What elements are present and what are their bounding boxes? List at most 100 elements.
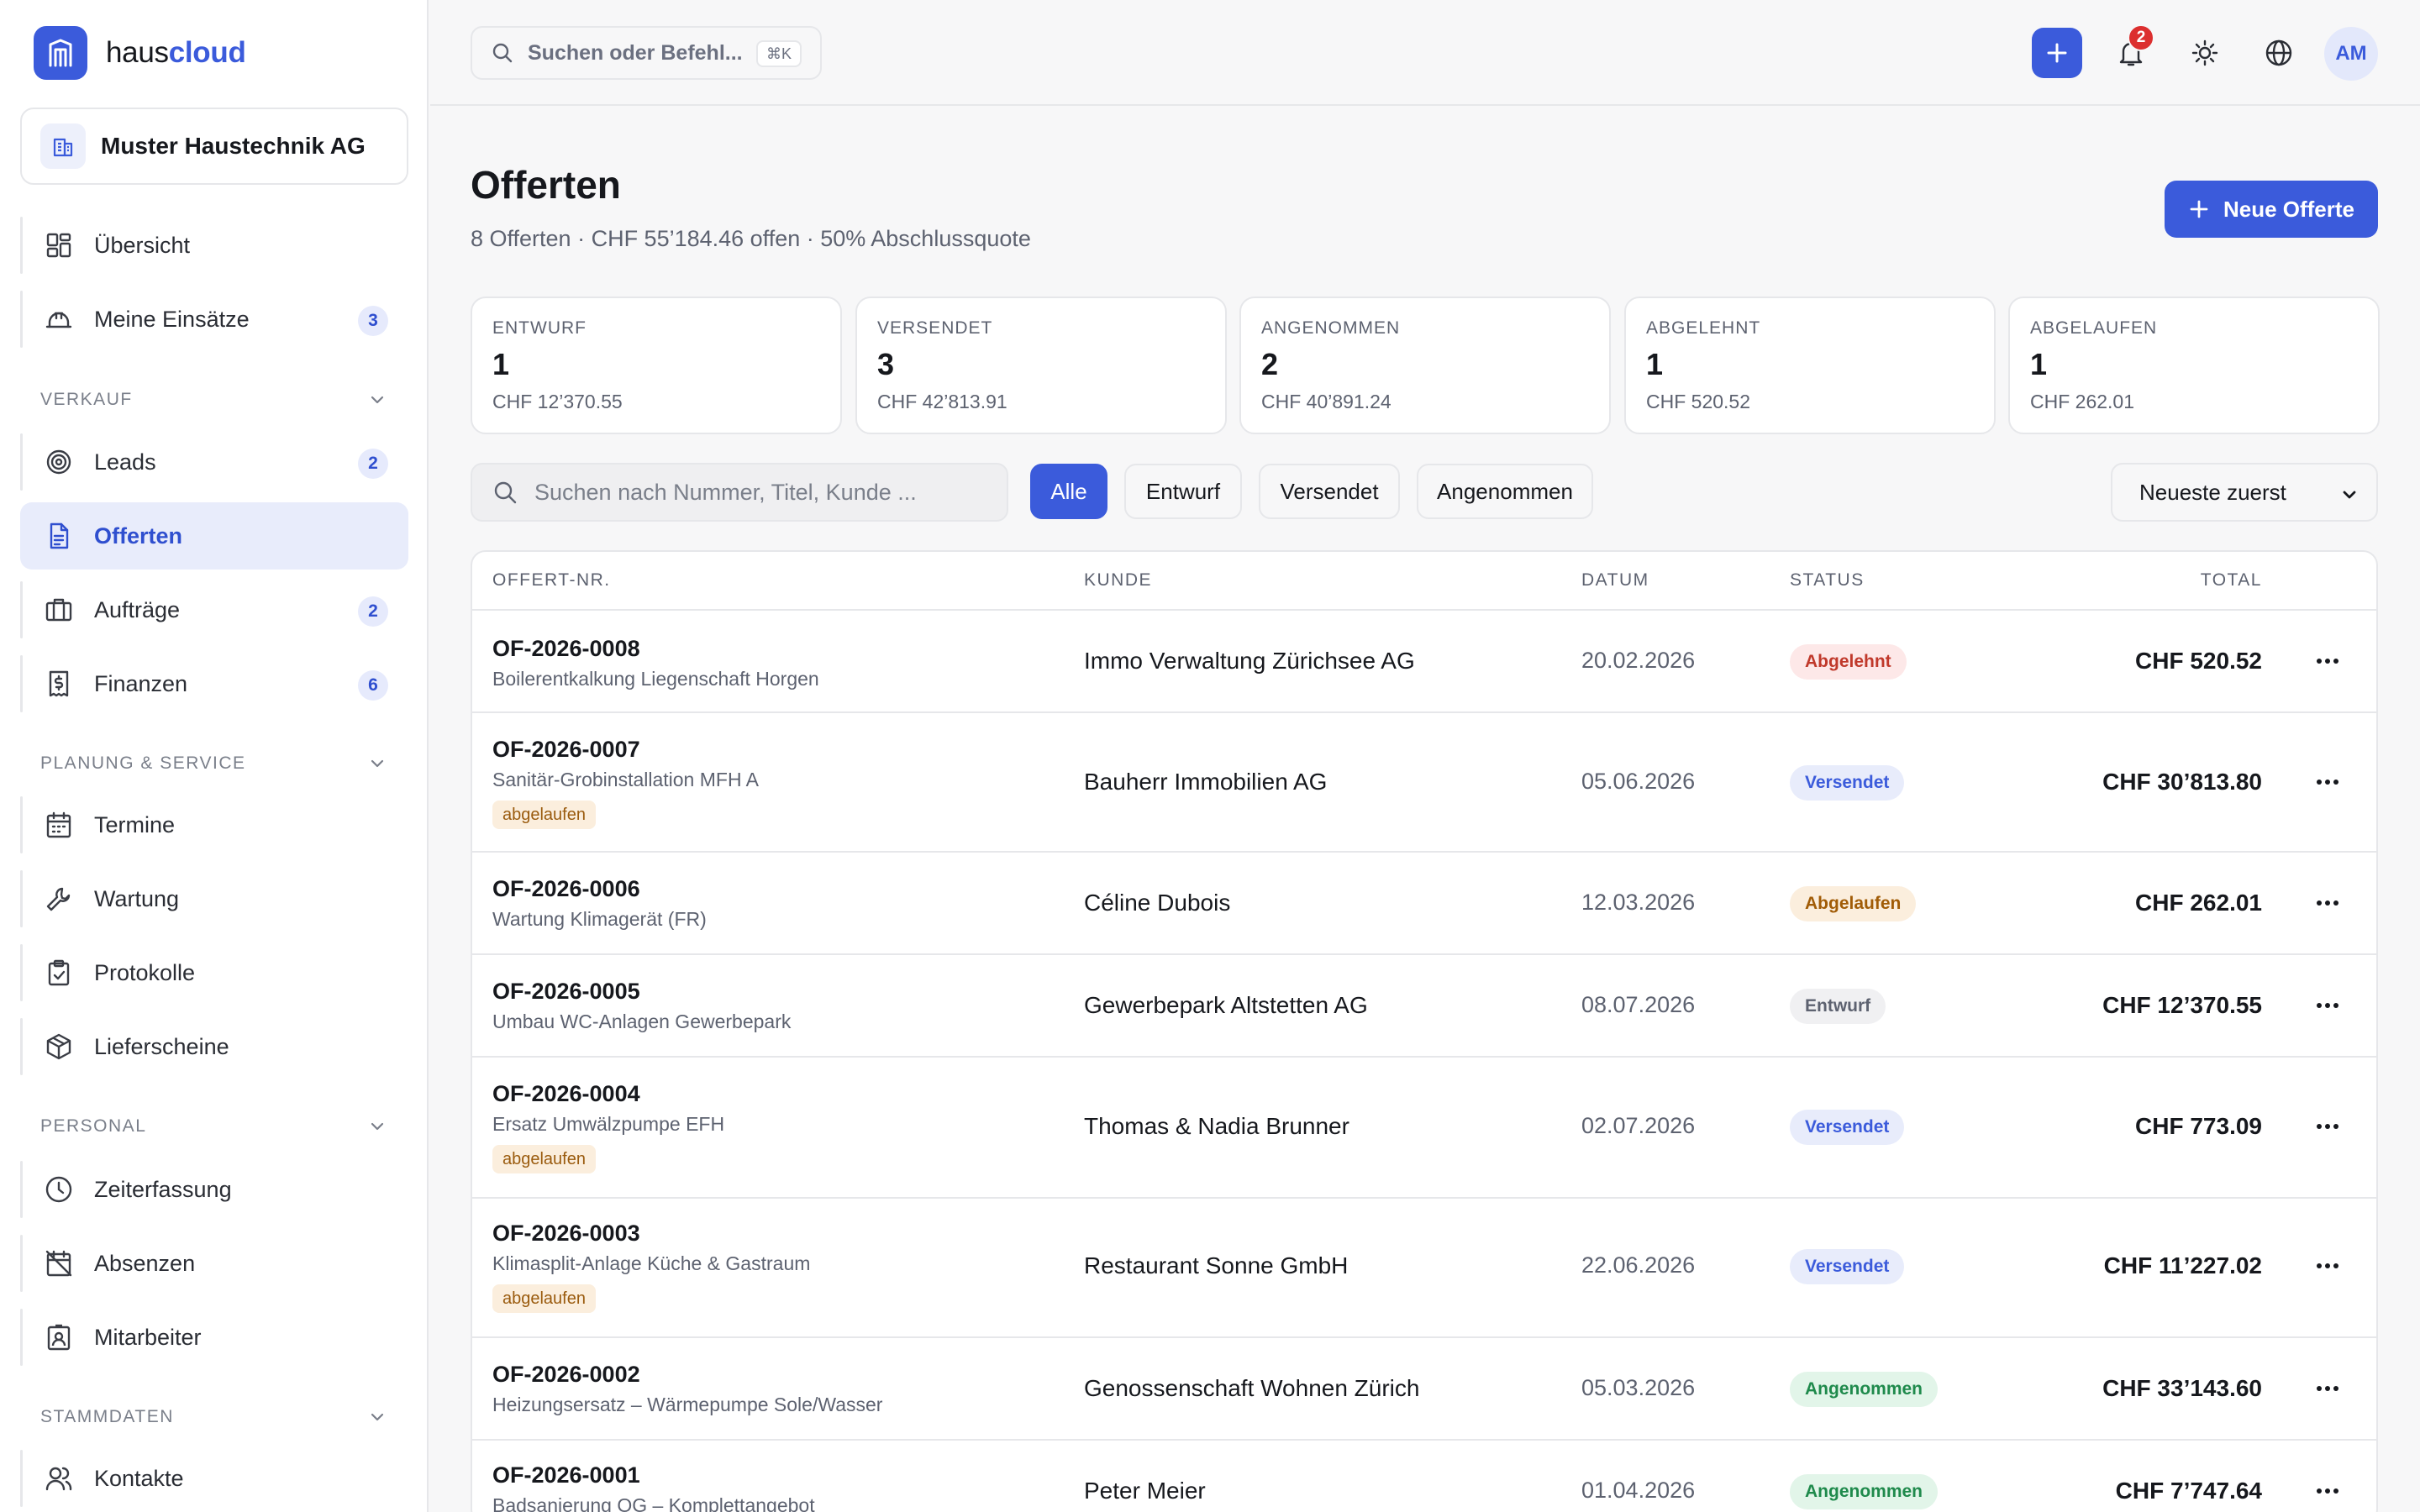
sidebar-item-protocols[interactable]: Protokolle — [20, 939, 408, 1006]
offer-total: CHF 520.52 — [2135, 648, 2262, 674]
table-row[interactable]: OF-2026-0002 Heizungsersatz – Wärmepumpe… — [472, 1338, 2376, 1441]
stat-card-accepted[interactable]: ANGENOMMEN 2 CHF 40’891.24 — [1239, 297, 1611, 434]
column-header-number[interactable]: OFFERT-NR. — [492, 570, 611, 591]
table-row[interactable]: OF-2026-0001 Badsanierung OG – Kompletta… — [472, 1441, 2376, 1512]
offer-total: CHF 30’813.80 — [2102, 769, 2262, 795]
expired-tag: abgelaufen — [492, 801, 596, 829]
customer-name: Gewerbepark Altstetten AG — [1084, 992, 1368, 1018]
offer-title: Boilerentkalkung Liegenschaft Horgen — [492, 668, 819, 690]
stat-amount: CHF 520.52 — [1646, 391, 1751, 412]
offer-number[interactable]: OF-2026-0003 — [492, 1221, 640, 1247]
sidebar-item-overview[interactable]: Übersicht — [20, 212, 408, 279]
more-horizontal-icon[interactable] — [2311, 765, 2344, 799]
organization-switcher[interactable]: Muster Haustechnik AG — [20, 108, 408, 185]
building-icon — [40, 123, 86, 169]
sidebar-item-employees[interactable]: Mitarbeiter — [20, 1304, 408, 1371]
table-row[interactable]: OF-2026-0006 Wartung Klimagerät (FR) Cél… — [472, 853, 2376, 955]
sort-select-value: Neueste zuerst — [2139, 479, 2286, 505]
offer-date: 05.03.2026 — [1581, 1375, 1696, 1400]
offer-number[interactable]: OF-2026-0002 — [492, 1362, 640, 1388]
sidebar: hauscloud Muster Haustechnik AG Übersich… — [0, 0, 429, 1512]
sidebar-item-appointments[interactable]: Termine — [20, 791, 408, 858]
offer-title: Wartung Klimagerät (FR) — [492, 908, 707, 930]
table-row[interactable]: OF-2026-0007 Sanitär-Grobinstallation MF… — [472, 713, 2376, 853]
more-horizontal-icon[interactable] — [2311, 1372, 2344, 1405]
offer-number[interactable]: OF-2026-0006 — [492, 876, 640, 902]
offer-title: Badsanierung OG – Komplettangebot — [492, 1494, 815, 1512]
sidebar-item-leads[interactable]: Leads 2 — [20, 428, 408, 496]
sidebar-item-label: Finanzen — [94, 670, 188, 696]
table-row[interactable]: OF-2026-0005 Umbau WC-Anlagen Gewerbepar… — [472, 955, 2376, 1058]
sidebar-item-contacts[interactable]: Kontakte — [20, 1445, 408, 1512]
clipboard-check-icon — [44, 958, 74, 988]
column-header-date[interactable]: DATUM — [1581, 570, 1649, 591]
package-icon — [44, 1032, 74, 1062]
nav-section-sales[interactable]: VERKAUF — [40, 387, 387, 412]
sidebar-item-orders[interactable]: Aufträge 2 — [20, 576, 408, 643]
chevron-down-icon — [368, 754, 387, 773]
filter-chip-accepted[interactable]: Angenommen — [1417, 464, 1593, 519]
more-horizontal-icon[interactable] — [2311, 989, 2344, 1022]
sidebar-item-maintenance[interactable]: Wartung — [20, 865, 408, 932]
offer-number[interactable]: OF-2026-0005 — [492, 979, 640, 1005]
more-horizontal-icon[interactable] — [2311, 1249, 2344, 1283]
sidebar-item-offers[interactable]: Offerten — [20, 502, 408, 570]
offer-number[interactable]: OF-2026-0001 — [492, 1462, 640, 1488]
nav-section-planning[interactable]: PLANUNG & SERVICE — [40, 751, 387, 776]
column-header-status[interactable]: STATUS — [1790, 570, 1865, 591]
chevron-down-icon — [368, 391, 387, 409]
stat-card-sent[interactable]: VERSENDET 3 CHF 42’813.91 — [855, 297, 1227, 434]
filter-chip-all[interactable]: Alle — [1030, 464, 1107, 519]
stat-card-draft[interactable]: ENTWURF 1 CHF 12’370.55 — [471, 297, 842, 434]
brand[interactable]: hauscloud — [34, 26, 246, 80]
more-horizontal-icon[interactable] — [2311, 1474, 2344, 1508]
filter-chip-sent[interactable]: Versendet — [1259, 464, 1400, 519]
table-row[interactable]: OF-2026-0003 Klimasplit-Anlage Küche & G… — [472, 1199, 2376, 1338]
more-horizontal-icon[interactable] — [2311, 644, 2344, 678]
plus-icon — [2188, 198, 2223, 220]
customer-name: Restaurant Sonne GmbH — [1084, 1252, 1349, 1278]
sidebar-item-label: Zeiterfassung — [94, 1176, 232, 1202]
stat-card-rejected[interactable]: ABGELEHNT 1 CHF 520.52 — [1624, 297, 1996, 434]
sidebar-item-finance[interactable]: Finanzen 6 — [20, 650, 408, 717]
sidebar-item-my-jobs[interactable]: Meine Einsätze 3 — [20, 286, 408, 353]
chevron-down-icon — [368, 1117, 387, 1136]
hard-hat-icon — [44, 304, 74, 334]
theme-toggle-button[interactable] — [2180, 28, 2230, 78]
user-avatar[interactable]: AM — [2324, 27, 2378, 81]
table-row[interactable]: OF-2026-0008 Boilerentkalkung Liegenscha… — [472, 611, 2376, 713]
sidebar-item-absences[interactable]: Absenzen — [20, 1230, 408, 1297]
table-row[interactable]: OF-2026-0004 Ersatz Umwälzpumpe EFH abge… — [472, 1058, 2376, 1199]
offer-number[interactable]: OF-2026-0008 — [492, 636, 640, 662]
customer-name: Bauherr Immobilien AG — [1084, 769, 1328, 795]
column-header-customer[interactable]: KUNDE — [1084, 570, 1152, 591]
column-header-total[interactable]: TOTAL — [2201, 570, 2262, 591]
page-title: Offerten — [471, 163, 621, 207]
more-horizontal-icon[interactable] — [2311, 1110, 2344, 1143]
stat-card-expired[interactable]: ABGELAUFEN 1 CHF 262.01 — [2008, 297, 2380, 434]
offer-search-input[interactable]: Suchen nach Nummer, Titel, Kunde ... — [471, 463, 1008, 522]
nav-section-master-data[interactable]: STAMMDATEN — [40, 1404, 387, 1430]
sidebar-item-time-tracking[interactable]: Zeiterfassung — [20, 1156, 408, 1223]
section-label: PERSONAL — [40, 1116, 147, 1136]
stat-amount: CHF 40’891.24 — [1261, 391, 1392, 412]
notifications-button[interactable]: 2 — [2106, 24, 2156, 78]
command-search[interactable]: Suchen oder Befehl... ⌘K — [471, 26, 822, 80]
filter-chip-draft[interactable]: Entwurf — [1124, 464, 1242, 519]
offer-number[interactable]: OF-2026-0007 — [492, 737, 640, 763]
nav-section-staff[interactable]: PERSONAL — [40, 1114, 387, 1139]
customer-name: Immo Verwaltung Zürichsee AG — [1084, 648, 1415, 674]
sidebar-item-delivery-notes[interactable]: Lieferscheine — [20, 1013, 408, 1080]
more-horizontal-icon[interactable] — [2311, 886, 2344, 920]
offer-total: CHF 11’227.02 — [2103, 1252, 2262, 1278]
sidebar-item-label: Absenzen — [94, 1250, 196, 1276]
language-button[interactable] — [2254, 28, 2304, 78]
offer-number[interactable]: OF-2026-0004 — [492, 1081, 640, 1107]
sort-select[interactable]: Neueste zuerst — [2111, 463, 2378, 522]
quick-create-button[interactable] — [2032, 28, 2082, 78]
sidebar-item-label: Termine — [94, 811, 176, 837]
offer-total: CHF 33’143.60 — [2102, 1375, 2262, 1401]
new-offer-button[interactable]: Neue Offerte — [2165, 181, 2378, 238]
sidebar-item-label: Kontakte — [94, 1465, 184, 1491]
briefcase-icon — [44, 595, 74, 625]
